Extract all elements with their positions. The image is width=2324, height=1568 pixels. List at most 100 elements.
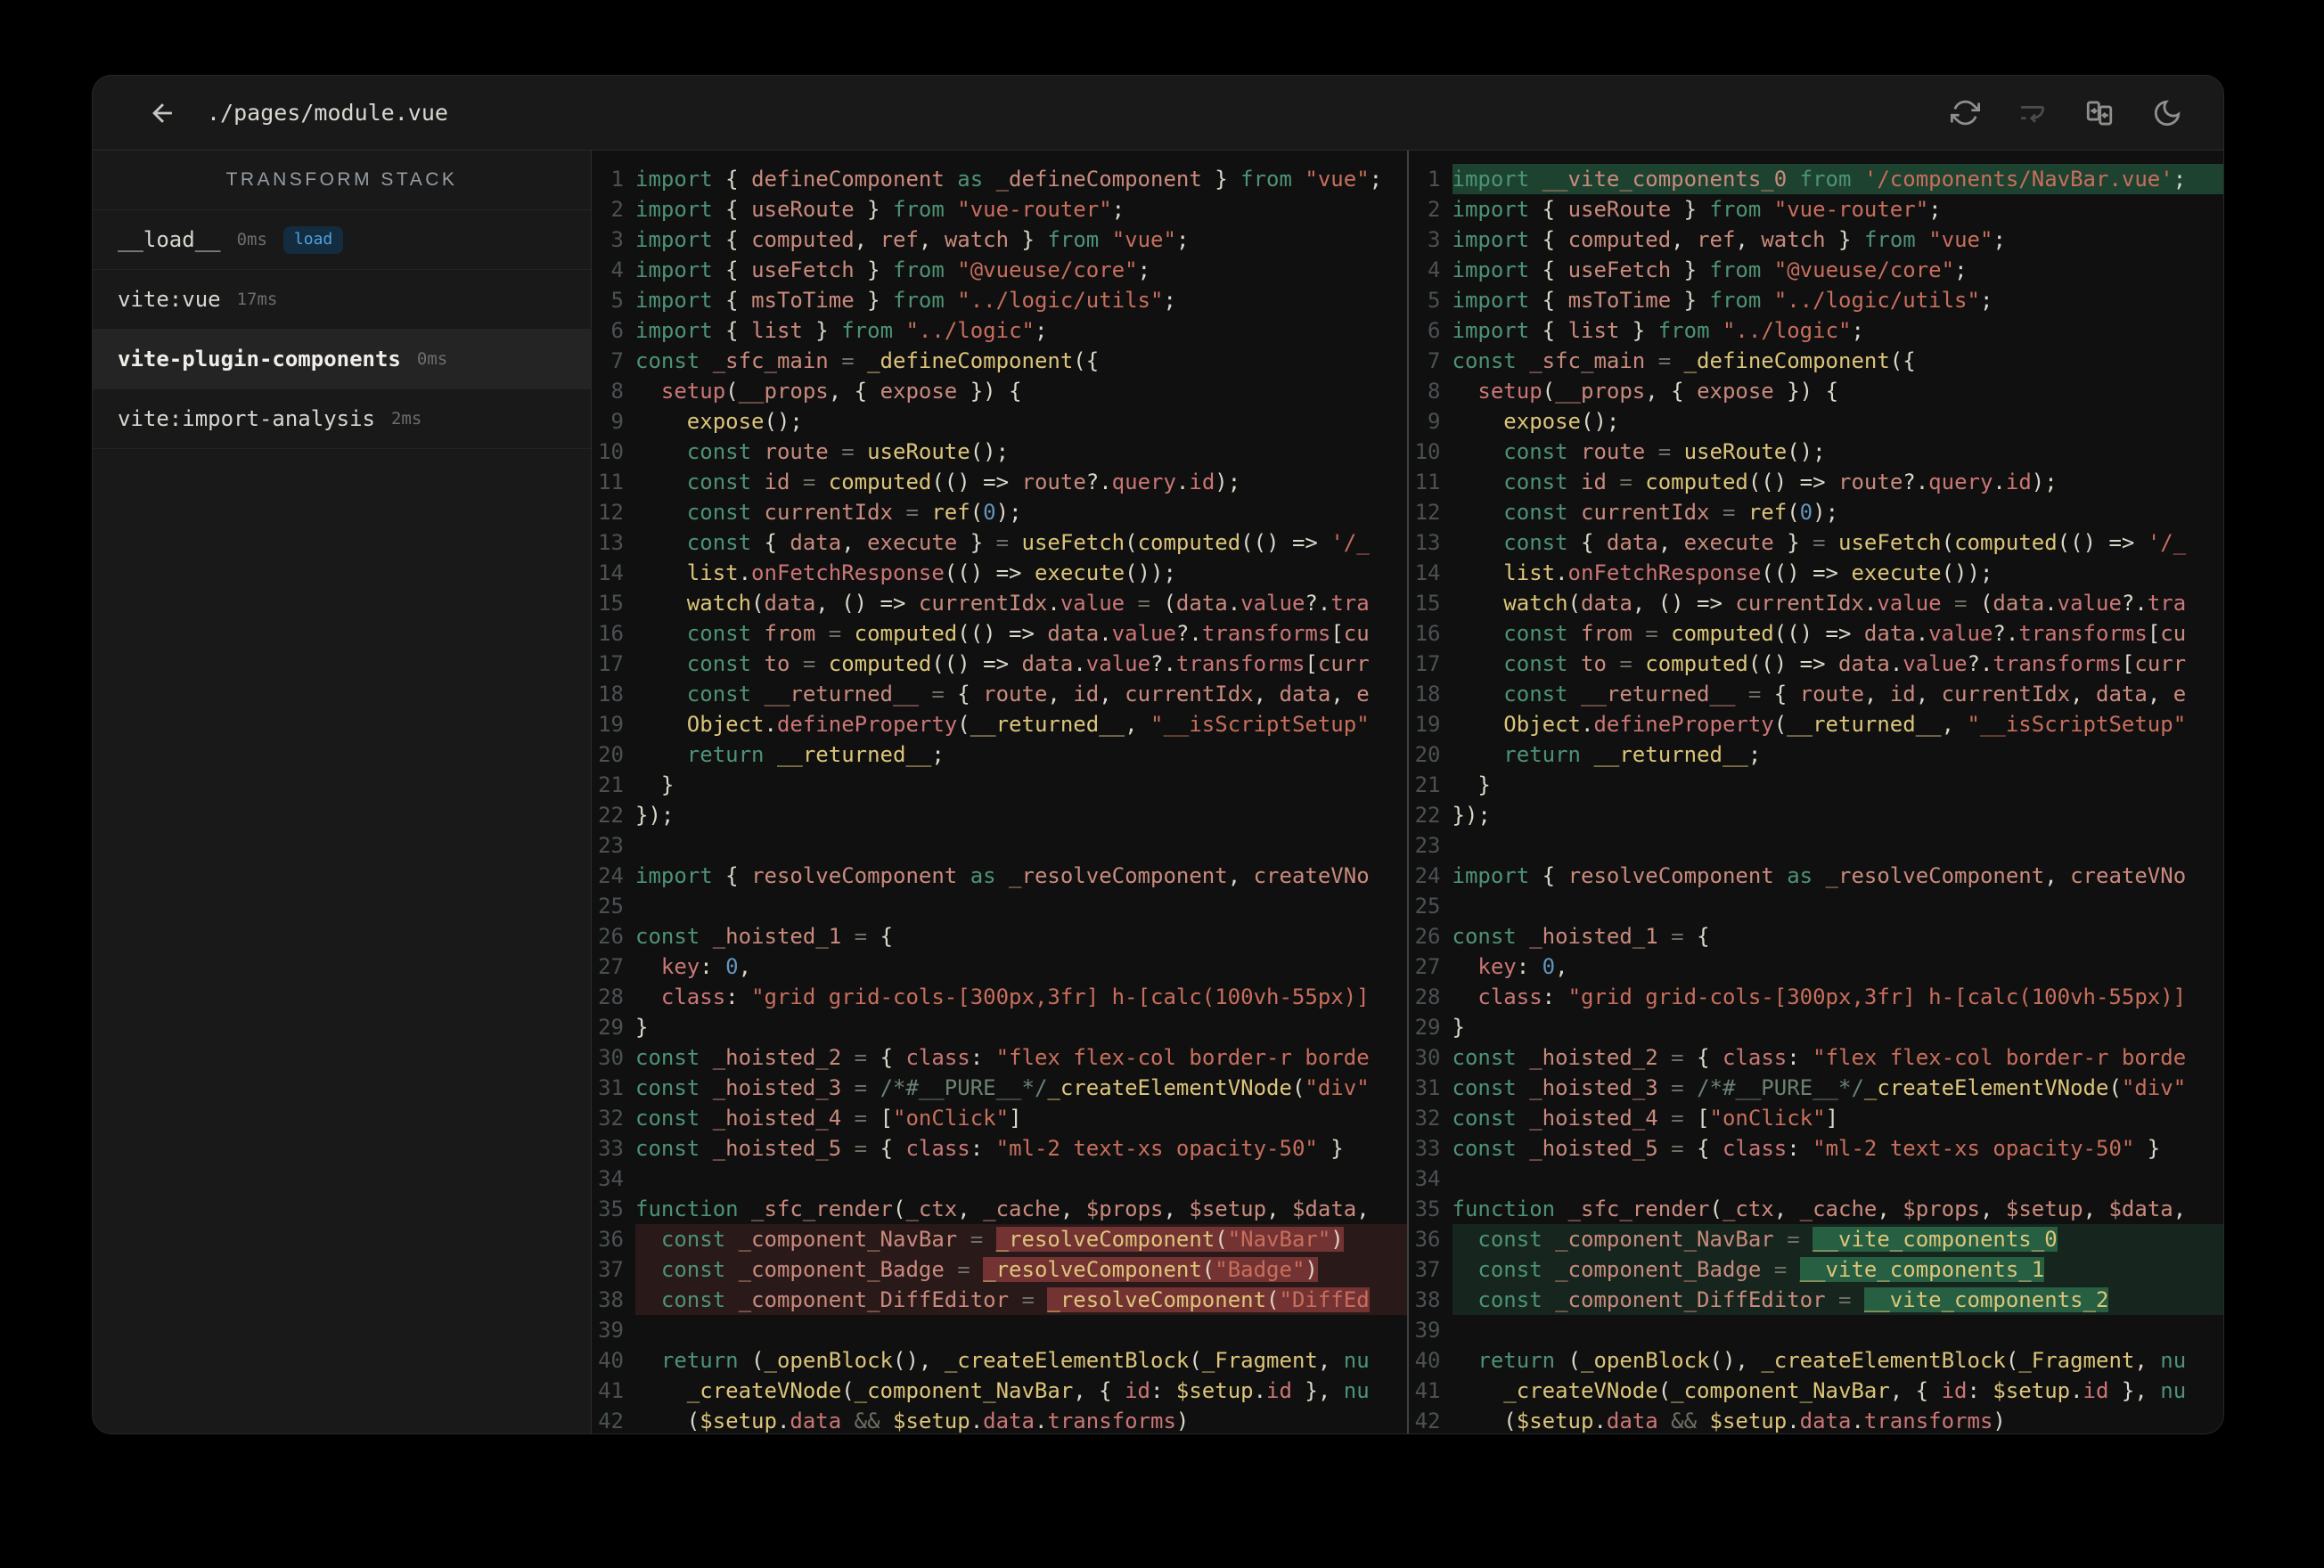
code-text: import { defineComponent as _defineCompo…: [635, 167, 1383, 192]
line-number: 31: [1414, 1075, 1441, 1100]
line-number: 32: [1414, 1106, 1441, 1131]
code-line-left-15: 15 watch(data, () => currentIdx.value = …: [592, 588, 1407, 618]
code-text: key: 0,: [660, 954, 752, 979]
dark-mode-toggle[interactable]: [2152, 98, 2182, 128]
line-number: 20: [1414, 742, 1441, 767]
code-text: const from = computed(() => data.value?.…: [686, 621, 1370, 646]
code-text: import { useRoute } from "vue-router";: [635, 197, 1125, 222]
code-line-left-34: 34: [592, 1164, 1407, 1194]
line-number: 36: [1414, 1227, 1441, 1252]
code-line-right-22: 22});: [1409, 800, 2224, 830]
code-line-left-4: 4 import { useFetch } from "@vueuse/core"…: [592, 255, 1407, 285]
one-to-one-toggle[interactable]: [2017, 98, 2047, 127]
code-line-right-7: 7 const _sfc_main = _defineComponent({: [1409, 346, 2224, 376]
code-text: return __returned__;: [1503, 742, 1762, 767]
code-line-left-16: 16 const from = computed(() => data.valu…: [592, 618, 1407, 649]
code-text: return __returned__;: [686, 742, 945, 767]
line-number: 34: [598, 1166, 624, 1191]
line-number: 8: [610, 379, 624, 404]
code-pane-before[interactable]: 1 import { defineComponent as _defineComp…: [592, 151, 1407, 1433]
code-line-right-2: 2 import { useRoute } from "vue-router";: [1409, 194, 2224, 225]
code-line-right-4: 4 import { useFetch } from "@vueuse/core"…: [1409, 255, 2224, 285]
line-number: 5: [1428, 288, 1441, 313]
line-number: 26: [1414, 924, 1441, 949]
code-text: import { computed, ref, watch } from "vu…: [635, 227, 1190, 252]
header-actions: [1951, 98, 2182, 128]
code-text: });: [635, 803, 675, 828]
code-text: const id = computed(() => route?.query.i…: [1503, 470, 2058, 494]
code-line-right-10: 10 const route = useRoute();: [1409, 437, 2224, 467]
line-number: 19: [598, 712, 624, 737]
diff-toggle-button[interactable]: [2084, 98, 2115, 128]
line-number: 41: [1414, 1378, 1441, 1403]
sidebar-item--load-[interactable]: __load__ 0ms load: [93, 210, 591, 270]
code-line-left-30: 30 const _hoisted_2 = { class: "flex flex…: [592, 1042, 1407, 1073]
line-number: 42: [598, 1409, 624, 1433]
code-text: import { msToTime } from "../logic/utils…: [635, 288, 1176, 313]
code-pane-after[interactable]: 1 import __vite_components_0 from '/compo…: [1406, 151, 2224, 1433]
code-line-right-21: 21 }: [1409, 770, 2224, 800]
code-line-left-23: 23: [592, 830, 1407, 861]
line-number: 17: [1414, 651, 1441, 676]
refresh-button[interactable]: [1951, 98, 1980, 127]
code-line-right-27: 27 key: 0,: [1409, 951, 2224, 982]
code-text: const _hoisted_3 = /*#__PURE__*/_createE…: [635, 1075, 1370, 1100]
line-number: 16: [598, 621, 624, 646]
plugin-time: 0ms: [416, 349, 448, 369]
code-text: const _component_DiffEditor = _resolveCo…: [635, 1285, 1407, 1315]
code-text: import { computed, ref, watch } from "vu…: [1452, 227, 2006, 252]
code-text: import { resolveComponent as _resolveCom…: [1452, 863, 2187, 888]
line-number: 35: [598, 1196, 624, 1221]
code-text: list.onFetchResponse(() => execute());: [686, 560, 1176, 585]
code-line-right-5: 5 import { msToTime } from "../logic/util…: [1409, 285, 2224, 315]
code-line-left-12: 12 const currentIdx = ref(0);: [592, 497, 1407, 527]
code-line-left-27: 27 key: 0,: [592, 951, 1407, 982]
line-number: 24: [598, 863, 624, 888]
code-text: setup(__props, { expose }) {: [660, 379, 1022, 404]
line-number: 31: [598, 1075, 624, 1100]
sidebar-item-vite-plugin-components[interactable]: vite-plugin-components 0ms: [93, 330, 591, 389]
transform-stack-sidebar: TRANSFORM STACK __load__ 0ms load vite:vue 1…: [93, 151, 592, 1433]
code-text: const to = computed(() => data.value?.tr…: [686, 651, 1370, 676]
line-number: 12: [598, 500, 624, 525]
code-line-right-15: 15 watch(data, () => currentIdx.value = …: [1409, 588, 2224, 618]
code-line-right-11: 11 const id = computed(() => route?.quer…: [1409, 467, 2224, 497]
sidebar-item-vite-vue[interactable]: vite:vue 17ms: [93, 270, 591, 330]
code-text: expose();: [686, 409, 803, 434]
code-text: const __returned__ = { route, id, curren…: [1503, 682, 2187, 706]
code-line-left-3: 3 import { computed, ref, watch } from "v…: [592, 225, 1407, 255]
code-line-right-14: 14 list.onFetchResponse(() => execute())…: [1409, 558, 2224, 588]
code-text: _createVNode(_component_NavBar, { id: $s…: [686, 1378, 1370, 1403]
line-number: 1: [610, 167, 624, 192]
code-text: import { list } from "../logic";: [1452, 318, 1864, 343]
line-number: 23: [1414, 833, 1441, 858]
main-area: TRANSFORM STACK __load__ 0ms load vite:vue 1…: [93, 151, 2223, 1433]
line-number: 19: [1414, 712, 1441, 737]
code-line-left-21: 21 }: [592, 770, 1407, 800]
code-line-right-31: 31 const _hoisted_3 = /*#__PURE__*/_creat…: [1409, 1073, 2224, 1103]
line-number: 23: [598, 833, 624, 858]
line-number: 42: [1414, 1409, 1441, 1433]
code-text: const currentIdx = ref(0);: [686, 500, 1022, 525]
code-text: import { useFetch } from "@vueuse/core";: [635, 257, 1151, 282]
line-number: 15: [1414, 591, 1441, 616]
line-number: 21: [1414, 772, 1441, 797]
code-line-right-40: 40 return (_openBlock(), _createElementB…: [1409, 1345, 2224, 1376]
line-number: 36: [598, 1227, 624, 1252]
code-text: const currentIdx = ref(0);: [1503, 500, 1839, 525]
code-text: const route = useRoute();: [1503, 439, 1826, 464]
diff-toggle-icon: [2086, 101, 2113, 125]
line-number: 21: [598, 772, 624, 797]
code-line-left-13: 13 const { data, execute } = useFetch(co…: [592, 527, 1407, 558]
sidebar-item-vite-import-analysis[interactable]: vite:import-analysis 2ms: [93, 389, 591, 449]
code-line-left-11: 11 const id = computed(() => route?.quer…: [592, 467, 1407, 497]
code-line-left-19: 19 Object.defineProperty(__returned__, "…: [592, 709, 1407, 739]
code-line-left-28: 28 class: "grid grid-cols-[300px,3fr] h-…: [592, 982, 1407, 1012]
line-number: 15: [598, 591, 624, 616]
code-text: const { data, execute } = useFetch(compu…: [686, 530, 1370, 555]
line-number: 9: [610, 409, 624, 434]
back-button[interactable]: [148, 98, 178, 128]
code-line-left-24: 24 import { resolveComponent as _resolveC…: [592, 861, 1407, 891]
